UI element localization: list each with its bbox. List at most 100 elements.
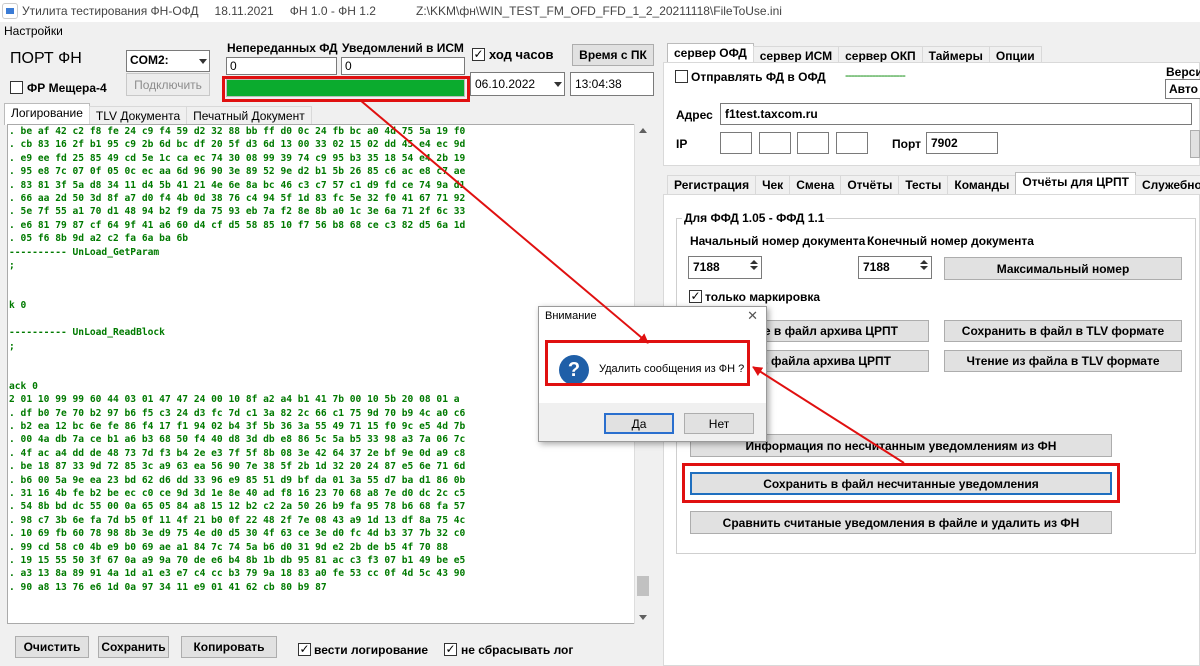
pc-time-button[interactable]: Время с ПК <box>572 44 654 66</box>
yes-button[interactable]: Да <box>604 413 674 434</box>
ip-octet-3[interactable] <box>797 132 829 154</box>
log-line: . 31 16 4b fe b2 be ec c0 ce 9d 3d 1e 8e… <box>9 487 466 499</box>
tab-logging[interactable]: Логирование <box>4 103 90 125</box>
fr-label: ФР Мещера-4 <box>27 81 107 95</box>
log-line: . e9 ee fd 25 85 49 cd 5e 1c ca ec 74 30… <box>9 152 466 164</box>
version-label: Верси <box>1166 65 1200 79</box>
notif-field[interactable]: 0 <box>341 57 465 75</box>
right-sub-tabs: Регистрация Чек Смена Отчёты Тесты Коман… <box>667 172 1200 194</box>
log-line: . e6 81 79 87 cf 64 9f 41 a6 60 d4 cf d5… <box>9 219 466 231</box>
unsent-field[interactable]: 0 <box>226 57 337 75</box>
spin-arrows-icon[interactable] <box>918 258 930 277</box>
end-doc-stepper[interactable]: 7188 <box>858 256 932 279</box>
fr-checkbox[interactable] <box>10 81 23 94</box>
notif-label: Уведомлений в ИСМ <box>342 41 464 55</box>
log-line: . 5e 7f 55 a1 70 d1 48 94 b2 f9 da 75 93… <box>9 206 466 218</box>
tab-tests[interactable]: Тесты <box>898 175 949 194</box>
keep-log-label: вести логирование <box>314 643 429 657</box>
send-fd-label: Отправлять ФД в ОФД <box>691 70 826 84</box>
menu-settings[interactable]: Настройки <box>4 24 63 38</box>
unsent-label: Непереданных ФД <box>227 41 338 55</box>
start-doc-value: 7188 <box>693 260 720 274</box>
spin-arrows-icon[interactable] <box>748 258 760 277</box>
tab-crpt-reports[interactable]: Отчёты для ЦРПТ <box>1015 172 1137 194</box>
ofd-connect-button-edge[interactable] <box>1190 130 1200 158</box>
end-doc-value: 7188 <box>863 260 890 274</box>
send-fd-checkbox[interactable] <box>675 70 688 83</box>
ip-octet-4[interactable] <box>836 132 868 154</box>
clear-button[interactable]: Очистить <box>15 636 89 658</box>
date-picker[interactable]: 06.10.2022 <box>470 72 565 96</box>
tab-shift[interactable]: Смена <box>789 175 842 194</box>
log-line: ---------- UnLoad_GetParam <box>9 246 160 258</box>
copy-button[interactable]: Копировать <box>181 636 277 658</box>
port-label: ПОРТ ФН <box>10 50 82 67</box>
tab-service[interactable]: Служебное <box>1135 175 1200 194</box>
start-doc-label: Начальный номер документа <box>690 234 866 248</box>
log-line: . 98 c7 3b 6e fa 7d b5 0f 11 4f 21 b0 0f… <box>9 514 466 526</box>
scroll-down-icon[interactable] <box>639 615 647 620</box>
ip-octet-1[interactable] <box>720 132 752 154</box>
scroll-up-icon[interactable] <box>639 128 647 133</box>
version-select[interactable]: Авто <box>1165 79 1200 99</box>
tab-print-doc[interactable]: Печатный Документ <box>186 106 312 125</box>
app-date: 18.11.2021 <box>214 4 274 18</box>
read-tlv-button[interactable]: Чтение из файла в TLV формате <box>944 350 1182 372</box>
tab-registration[interactable]: Регистрация <box>667 175 757 194</box>
only-marking-checkbox[interactable]: ✓ <box>689 290 702 303</box>
start-doc-stepper[interactable]: 7188 <box>688 256 762 279</box>
log-line: . 95 e8 7c 07 0f 05 0c ec aa 6d 96 90 3e… <box>9 166 466 178</box>
tab-receipt[interactable]: Чек <box>755 175 791 194</box>
ip-octet-2[interactable] <box>759 132 791 154</box>
connect-button[interactable]: Подключить <box>126 73 210 96</box>
log-line: ; <box>9 260 15 272</box>
log-line: . 99 cd 58 c0 4b e9 b0 69 ae a1 84 7c 74… <box>9 541 448 553</box>
ini-path: Z:\KKM\фн\WIN_TEST_FM_OFD_FFD_1_2_202111… <box>415 4 782 18</box>
address-label: Адрес <box>676 108 713 122</box>
log-line: . a3 13 8a 89 91 4a 1d a1 e3 e7 c4 cc b3… <box>9 568 466 580</box>
chevron-down-icon <box>554 82 562 87</box>
ofd-status: -------------------- <box>845 68 906 82</box>
no-button[interactable]: Нет <box>684 413 754 434</box>
log-line: . b6 00 5a 9e ea 23 bd 62 d6 dd 33 96 e9… <box>9 474 466 486</box>
app-title: Утилита тестирования ФН-ОФД <box>22 4 199 18</box>
port-number-label: Порт <box>892 137 922 151</box>
compare-delete-button[interactable]: Сравнить считаные уведомления в файле и … <box>690 511 1112 534</box>
save-tlv-button[interactable]: Сохранить в файл в TLV формате <box>944 320 1182 342</box>
time-value: 13:04:38 <box>575 77 622 91</box>
address-field[interactable]: f1test.taxcom.ru <box>720 103 1192 125</box>
app-icon <box>2 3 18 19</box>
no-reset-label: не сбрасывать лог <box>461 643 574 657</box>
ip-label: IP <box>676 137 688 151</box>
log-line: . be 18 87 33 9d 72 85 3c a9 63 ea 56 90… <box>9 461 466 473</box>
date-value: 06.10.2022 <box>475 77 536 91</box>
close-icon[interactable]: ✕ <box>747 308 758 324</box>
no-reset-checkbox[interactable]: ✓ <box>444 643 457 656</box>
clock-checkbox[interactable]: ✓ <box>472 48 485 61</box>
tab-commands[interactable]: Команды <box>947 175 1017 194</box>
save-button[interactable]: Сохранить <box>98 636 169 658</box>
log-line: . 54 8b bd dc 55 00 0a 65 05 84 a8 15 12… <box>9 501 466 513</box>
only-marking-label: только маркировка <box>705 290 821 304</box>
log-line: . 66 aa 2d 50 3d 8f a7 d0 f4 4b 0d 38 76… <box>9 193 466 205</box>
app-fn-version: ФН 1.0 - ФН 1.2 <box>289 4 376 18</box>
port-number-field[interactable]: 7902 <box>926 132 998 154</box>
menu-bar: Настройки <box>0 22 1200 40</box>
time-field[interactable]: 13:04:38 <box>570 72 654 96</box>
log-line: . 90 a8 13 76 e6 1d 0a 97 34 11 e9 01 41… <box>9 581 327 593</box>
highlight-progress <box>222 76 470 102</box>
port-select-value: COM2: <box>130 53 169 67</box>
port-select[interactable]: COM2: <box>126 50 210 72</box>
clock-label: ход часов <box>489 47 554 62</box>
title-bar: Утилита тестирования ФН-ОФД 18.11.2021 Ф… <box>0 0 1200 22</box>
tab-reports[interactable]: Отчёты <box>840 175 900 194</box>
highlight-save-unread <box>682 463 1120 503</box>
highlight-dialog-message <box>545 340 750 386</box>
log-line: . 10 69 fb 60 78 98 8b 3e d9 75 4e d0 d5… <box>9 528 466 540</box>
scroll-thumb[interactable] <box>637 576 649 596</box>
keep-log-checkbox[interactable]: ✓ <box>298 643 311 656</box>
max-number-button[interactable]: Максимальный номер <box>944 257 1182 280</box>
tab-tlv[interactable]: TLV Документа <box>88 106 188 125</box>
